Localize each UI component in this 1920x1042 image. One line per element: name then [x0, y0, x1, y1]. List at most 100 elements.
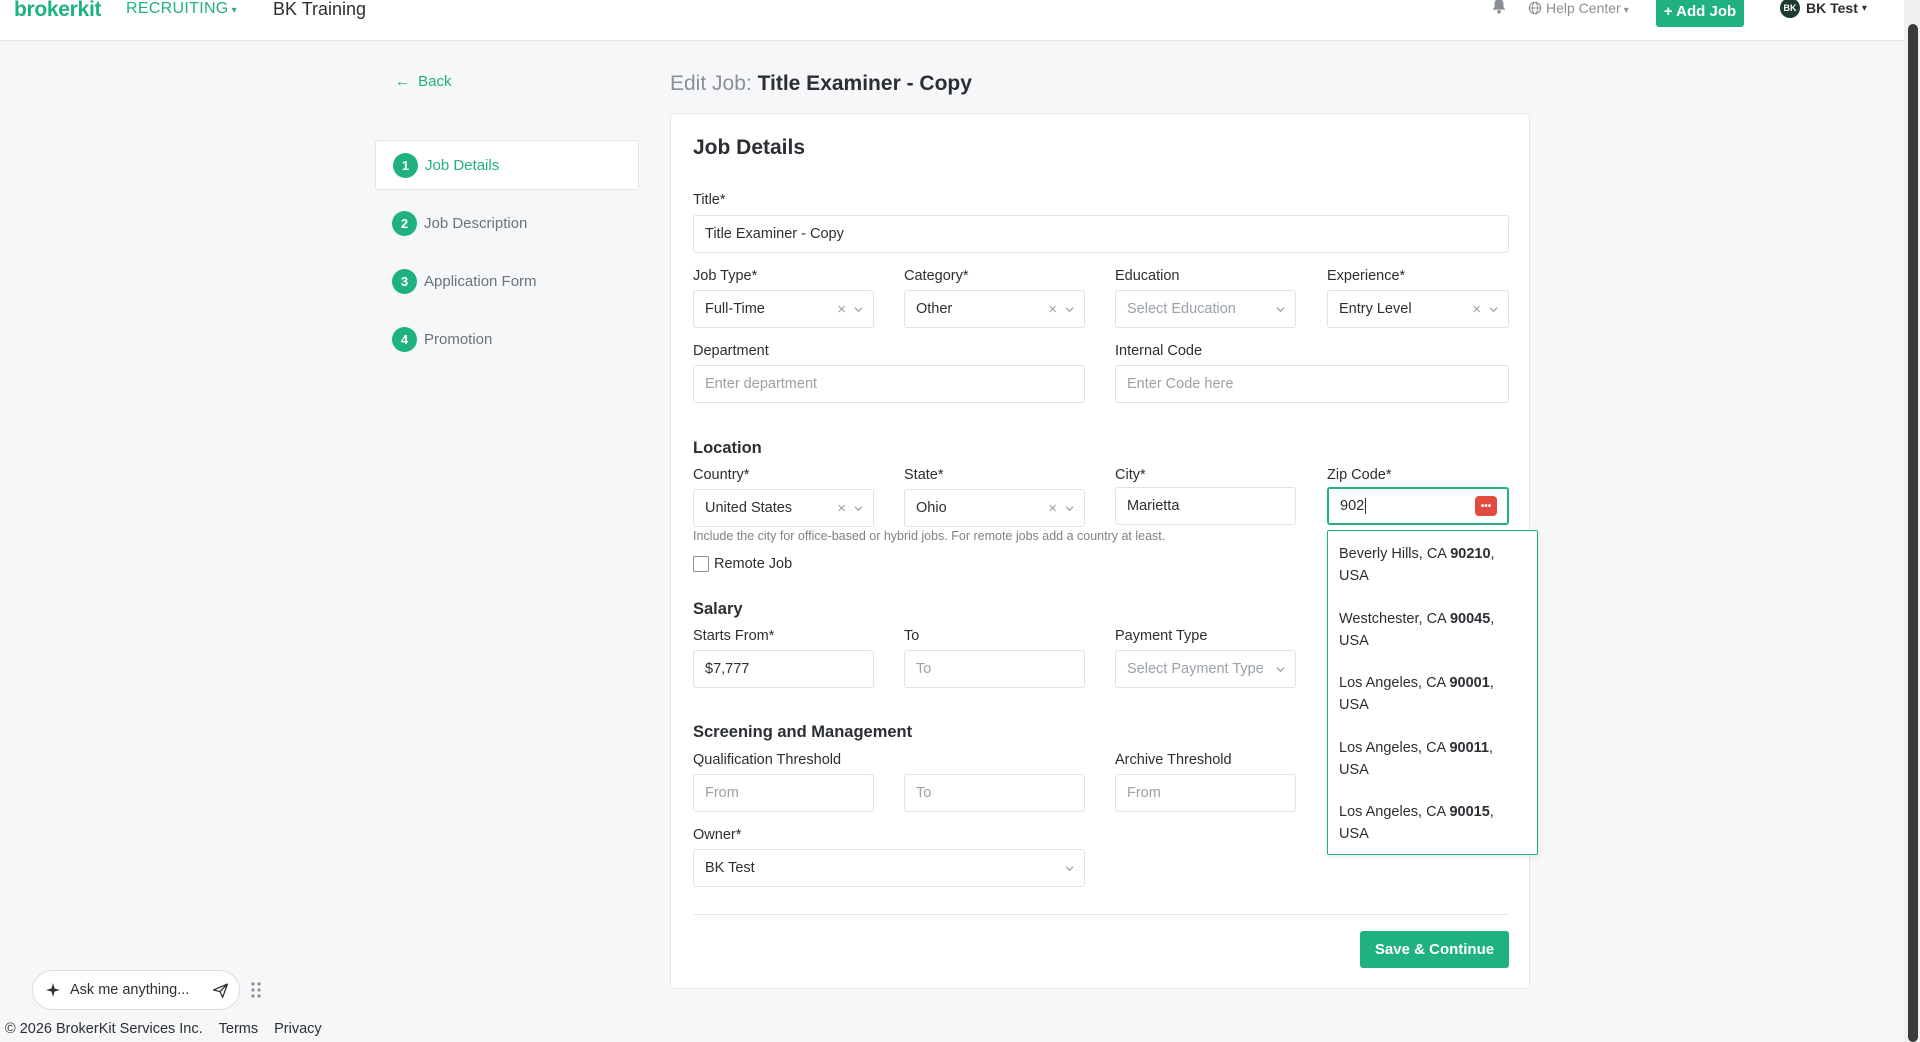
option-suffix: ,	[1489, 675, 1494, 692]
country-select[interactable]: United States ×	[693, 489, 874, 527]
clear-icon[interactable]: ×	[1048, 500, 1057, 517]
page-scrollbar[interactable]	[1904, 0, 1920, 1042]
experience-select[interactable]: Entry Level ×	[1327, 290, 1509, 328]
chevron-down-icon	[1276, 666, 1285, 672]
step-job-details[interactable]: 1 Job Details	[375, 140, 639, 190]
user-name: BK Test	[1806, 0, 1858, 16]
zip-suggestion-option[interactable]: Los Angeles, CA 90015, USA	[1328, 789, 1537, 854]
option-country: USA	[1339, 761, 1369, 778]
top-navigation-bar: brokerkit RECRUITING ▾ BK Training Help C…	[0, 0, 1904, 41]
privacy-link[interactable]: Privacy	[274, 1021, 322, 1037]
option-suffix: ,	[1489, 804, 1494, 821]
country-value: United States	[705, 500, 793, 516]
job-type-select[interactable]: Full-Time ×	[693, 290, 874, 328]
company-name: BK Training	[273, 0, 367, 19]
job-type-label: Job Type*	[693, 268, 758, 284]
option-match: 90015	[1449, 804, 1490, 821]
clear-icon[interactable]: ×	[1048, 301, 1057, 318]
password-manager-icon[interactable]: •••	[1475, 496, 1497, 516]
chevron-down-icon	[1065, 505, 1074, 511]
product-switcher[interactable]: RECRUITING ▾	[126, 0, 237, 18]
user-menu[interactable]: BK BK Test ▾	[1780, 0, 1867, 18]
internal-code-input[interactable]: Enter Code here	[1115, 365, 1509, 403]
step-application-form[interactable]: 3 Application Form	[375, 256, 639, 306]
card-title: Job Details	[693, 136, 806, 159]
archive-from-input[interactable]: From	[1115, 774, 1296, 812]
salary-to-input[interactable]: To	[904, 650, 1085, 688]
chevron-down-icon	[1489, 306, 1498, 312]
zip-code-value: 902	[1340, 498, 1365, 514]
city-input[interactable]: Marietta	[1115, 487, 1296, 525]
clear-icon[interactable]: ×	[837, 500, 846, 517]
job-type-value: Full-Time	[705, 301, 765, 317]
remote-job-label[interactable]: Remote Job	[714, 556, 792, 572]
state-value: Ohio	[916, 500, 947, 516]
category-select[interactable]: Other ×	[904, 290, 1085, 328]
back-link[interactable]: ← Back	[395, 73, 452, 90]
ask-placeholder: Ask me anything...	[70, 982, 190, 998]
help-center-label: Help Center	[1546, 0, 1621, 16]
save-and-continue-button[interactable]: Save & Continue	[1360, 931, 1509, 968]
qualification-to-input[interactable]: To	[904, 774, 1085, 812]
zip-suggestions-dropdown: Beverly Hills, CA 90210, USA Westchester,…	[1327, 530, 1538, 855]
salary-to-placeholder: To	[916, 661, 932, 677]
title-input[interactable]: Title Examiner - Copy	[693, 215, 1509, 253]
caret-down-icon: ▾	[231, 5, 237, 16]
zip-code-input[interactable]: 902 •••	[1327, 487, 1509, 525]
starts-from-input[interactable]: $7,777	[693, 650, 874, 688]
education-select[interactable]: Select Education	[1115, 290, 1296, 328]
option-text: Los Angeles, CA	[1339, 804, 1450, 821]
bell-icon[interactable]	[1490, 0, 1508, 15]
help-center-menu[interactable]: Help Center ▾	[1528, 0, 1629, 16]
payment-type-select[interactable]: Select Payment Type	[1115, 650, 1296, 688]
experience-label: Experience*	[1327, 268, 1406, 284]
salary-section-title: Salary	[693, 600, 743, 618]
starts-from-label: Starts From*	[693, 628, 775, 644]
owner-label: Owner*	[693, 827, 742, 843]
zip-suggestion-option[interactable]: Beverly Hills, CA 90210, USA	[1328, 531, 1537, 596]
step-number: 3	[392, 268, 417, 294]
ask-assistant-input[interactable]: Ask me anything...	[32, 970, 240, 1010]
screening-section-title: Screening and Management	[693, 723, 913, 741]
archive-threshold-label: Archive Threshold	[1115, 752, 1232, 768]
clear-icon[interactable]: ×	[1472, 301, 1481, 318]
qualification-from-input[interactable]: From	[693, 774, 874, 812]
caret-down-icon: ▾	[1623, 5, 1629, 16]
remote-job-checkbox[interactable]	[693, 556, 709, 572]
page-title-name: Title Examiner - Copy	[757, 72, 972, 95]
step-promotion[interactable]: 4 Promotion	[375, 314, 639, 364]
option-suffix: ,	[1488, 739, 1493, 756]
owner-select[interactable]: BK Test	[693, 849, 1085, 887]
internal-code-placeholder: Enter Code here	[1127, 376, 1234, 392]
option-text: Westchester, CA	[1339, 610, 1450, 627]
state-select[interactable]: Ohio ×	[904, 489, 1085, 527]
globe-icon	[1528, 1, 1542, 15]
step-job-description[interactable]: 2 Job Description	[375, 198, 639, 248]
archive-from-placeholder: From	[1127, 785, 1161, 801]
clear-icon[interactable]: ×	[837, 301, 846, 318]
option-match: 90011	[1449, 739, 1489, 756]
terms-link[interactable]: Terms	[219, 1021, 258, 1037]
step-label: Application Form	[424, 272, 537, 290]
payment-type-placeholder: Select Payment Type	[1127, 661, 1264, 677]
copyright: © 2026 BrokerKit Services Inc.	[5, 1021, 203, 1037]
add-job-button[interactable]: + Add Job	[1656, 0, 1744, 27]
option-country: USA	[1339, 697, 1369, 714]
zip-suggestion-option[interactable]: Los Angeles, CA 90011, USA	[1328, 725, 1537, 790]
text-cursor	[1365, 498, 1367, 514]
send-icon[interactable]	[212, 982, 229, 999]
brand-logo[interactable]: brokerkit	[14, 0, 101, 22]
education-label: Education	[1115, 268, 1180, 284]
zip-suggestion-option[interactable]: Los Angeles, CA 90001, USA	[1328, 660, 1537, 725]
back-arrow-icon: ←	[395, 73, 410, 90]
zip-code-label: Zip Code*	[1327, 467, 1392, 483]
scrollbar-thumb[interactable]	[1908, 24, 1918, 1042]
drag-grip-icon[interactable]	[249, 980, 263, 1000]
product-label: RECRUITING	[126, 0, 229, 17]
footer: © 2026 BrokerKit Services Inc. Terms Pri…	[5, 1021, 322, 1037]
city-label: City*	[1115, 467, 1146, 483]
caret-down-icon: ▾	[1861, 2, 1867, 14]
zip-suggestion-option[interactable]: Westchester, CA 90045, USA	[1328, 596, 1537, 661]
department-input[interactable]: Enter department	[693, 365, 1085, 403]
option-country: USA	[1339, 632, 1369, 649]
